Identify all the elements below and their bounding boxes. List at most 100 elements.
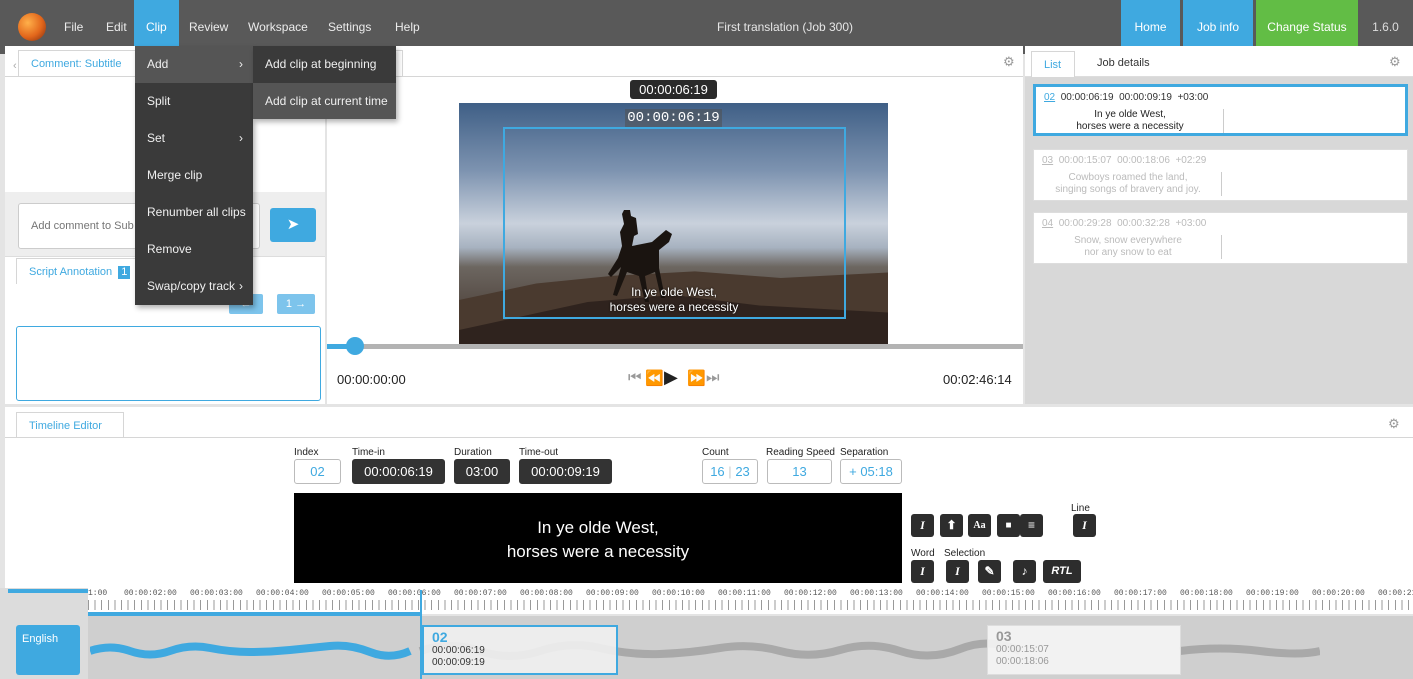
timeline-clip-index: 02 [432, 629, 448, 645]
clip-time-out: 00:00:09:19 [1119, 92, 1172, 103]
ruler-label: 00:00:06:00 [388, 589, 441, 598]
timeline-clip-in: 00:00:06:19 [432, 645, 485, 656]
ruler-label: 00:00:18:00 [1180, 589, 1233, 598]
burned-timecode: 00:00:06:19 [625, 109, 722, 127]
video-subtitle-line-2: horses were a necessity [609, 300, 739, 314]
ruler-label: 00:00:16:00 [1048, 589, 1101, 598]
timeline-ruler[interactable]: 1:00 00:00:02:00 00:00:03:00 00:00:04:00 00:… [88, 588, 1413, 614]
timeline-clip-in: 00:00:15:07 [996, 644, 1049, 655]
reading-speed-label: Reading Speed [766, 447, 835, 458]
menu-item-renumber[interactable]: Renumber all clips [135, 194, 253, 231]
rewind-icon[interactable]: ⏪ [645, 369, 664, 387]
annotation-textarea[interactable] [16, 326, 321, 401]
clip-card-header: 03 00:00:15:07 00:00:18:06 +02:29 [1042, 155, 1206, 166]
clip-time-in: 00:00:29:28 [1058, 218, 1112, 229]
timeline-clip-index: 03 [996, 628, 1012, 644]
index-field[interactable]: 02 [294, 459, 341, 484]
tab-comment-subtitle[interactable]: Comment: Subtitle [18, 50, 148, 76]
duration-field[interactable]: 03:00 [454, 459, 510, 484]
clip-text: In ye olde West, horses were a necessity [1036, 109, 1224, 133]
track-language-button[interactable]: English [16, 625, 80, 675]
menu-item-add-current[interactable]: Add clip at current time [253, 83, 396, 119]
tab-divider [5, 437, 1413, 438]
chevron-left-icon[interactable]: ‹ [13, 60, 17, 72]
time-in-label: Time-in [352, 447, 385, 458]
clip-line: nor any snow to eat [1084, 247, 1172, 258]
clip-time-in: 00:00:15:07 [1058, 155, 1112, 166]
ruler-label: 00:00:12:00 [784, 589, 837, 598]
pager-next-button[interactable]: 1 → [277, 294, 315, 314]
clip-index: 02 [1044, 92, 1056, 103]
clip-divider [1223, 109, 1224, 133]
clip-text: Cowboys roamed the land, singing songs of… [1034, 172, 1222, 196]
clip-card-03[interactable]: 03 00:00:15:07 00:00:18:06 +02:29 Cowboy… [1033, 149, 1408, 201]
tab-timeline-editor[interactable]: Timeline Editor [16, 412, 124, 438]
skip-end-icon[interactable]: ⏭ [706, 369, 720, 386]
music-note-button[interactable]: ♪ [1013, 560, 1036, 583]
clip-card-02[interactable]: 02 00:00:06:19 00:00:09:19 +03:00 In ye … [1033, 84, 1408, 136]
current-time-badge: 00:00:06:19 [630, 80, 717, 99]
video-subtitle: In ye olde West, horses were a necessity [579, 285, 769, 315]
clip-duration: +02:29 [1175, 155, 1207, 166]
menu-item-add[interactable]: Add › [135, 46, 253, 83]
send-icon: ➤ [286, 216, 300, 233]
menu-item-add-beginning[interactable]: Add clip at beginning [253, 46, 396, 82]
ruler-label: 00:00:02:00 [124, 589, 177, 598]
brush-icon[interactable]: ✎ [978, 560, 1001, 583]
time-start: 00:00:00:00 [337, 372, 406, 387]
menu-item-split[interactable]: Split [135, 83, 253, 120]
tab-job-details[interactable]: Job details [1097, 57, 1150, 69]
send-button[interactable]: ➤ [270, 208, 316, 242]
tab-script-annotation[interactable]: Script Annotation 1 [16, 258, 146, 284]
menu-item-swap-label: Swap/copy track [147, 279, 236, 293]
time-out-label: Time-out [519, 447, 559, 458]
align-center-icon[interactable]: ≡ [1020, 514, 1043, 537]
seek-bar[interactable] [327, 344, 1023, 349]
time-out-field[interactable]: 00:00:09:19 [519, 459, 612, 484]
rtl-button[interactable]: RTL [1043, 560, 1081, 583]
clip-divider [1221, 172, 1222, 196]
line-label: Line [1071, 503, 1090, 514]
clip-index: 04 [1042, 218, 1054, 229]
skip-start-icon[interactable]: ⏮ [628, 369, 642, 386]
menu-item-add-label: Add [147, 57, 169, 71]
selection-italic-button[interactable]: I [946, 560, 969, 583]
line-italic-button[interactable]: I [1073, 514, 1096, 537]
gear-icon[interactable]: ⚙ [1389, 54, 1401, 70]
lock-icon[interactable]: ■ [997, 514, 1020, 537]
italic-button[interactable]: I [911, 514, 934, 537]
clip-card-04[interactable]: 04 00:00:29:28 00:00:32:28 +03:00 Snow, … [1033, 212, 1408, 264]
time-in-field[interactable]: 00:00:06:19 [352, 459, 445, 484]
ruler-label: 00:00:19:00 [1246, 589, 1299, 598]
menu-item-remove[interactable]: Remove [135, 231, 253, 268]
duration-label: Duration [454, 447, 492, 458]
ruler-label: 00:00:17:00 [1114, 589, 1167, 598]
tab-list[interactable]: List [1031, 51, 1075, 77]
tab-comment-label: Comment: Subtitle [31, 58, 122, 70]
gear-icon[interactable]: ⚙ [1388, 416, 1400, 432]
ruler-label: 00:00:04:00 [256, 589, 309, 598]
seek-handle[interactable] [346, 337, 364, 355]
timeline-clip-03[interactable]: 03 00:00:15:07 00:00:18:06 [987, 625, 1181, 675]
upload-icon[interactable]: ⬆ [940, 514, 963, 537]
clip-line: Cowboys roamed the land, [1068, 172, 1188, 183]
play-icon[interactable]: ▶ [664, 367, 678, 388]
gear-icon[interactable]: ⚙ [1003, 54, 1015, 70]
timeline-clip-02[interactable]: 02 00:00:06:19 00:00:09:19 [422, 625, 618, 675]
subtitle-preview[interactable]: In ye olde West, horses were a necessity [294, 493, 902, 583]
clip-time-in: 00:00:06:19 [1060, 92, 1114, 103]
font-case-button[interactable]: Aa [968, 514, 991, 537]
menu-item-merge-clip[interactable]: Merge clip [135, 157, 253, 194]
menu-item-swap-copy[interactable]: Swap/copy track › [135, 268, 253, 305]
word-label: Word [911, 548, 935, 559]
fast-forward-icon[interactable]: ⏩ [687, 369, 706, 387]
time-end: 00:02:46:14 [943, 372, 1012, 387]
word-italic-button[interactable]: I [911, 560, 934, 583]
ruler-label: 00:00:21 [1378, 589, 1413, 598]
menu-item-set[interactable]: Set › [135, 120, 253, 157]
clip-list-header [1025, 46, 1413, 77]
separation-field: + 05:18 [840, 459, 902, 484]
ruler-label: 00:00:13:00 [850, 589, 903, 598]
chevron-right-icon: › [239, 279, 244, 293]
clip-time-out: 00:00:18:06 [1117, 155, 1170, 166]
